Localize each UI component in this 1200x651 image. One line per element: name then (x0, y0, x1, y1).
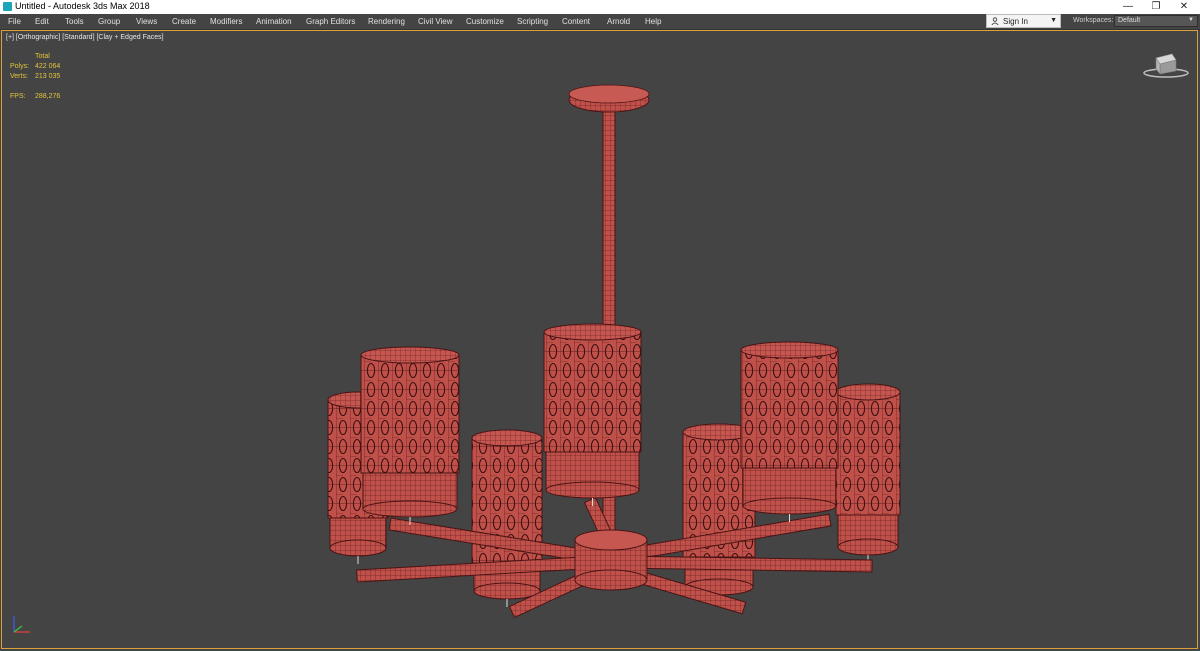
menu-edit[interactable]: Edit (35, 17, 49, 26)
menu-views[interactable]: Views (136, 17, 157, 26)
viewport[interactable]: [+] [Orthographic] [Standard] [Clay + Ed… (1, 30, 1198, 649)
menu-arnold[interactable]: Arnold (607, 17, 630, 26)
menu-group[interactable]: Group (98, 17, 120, 26)
minimize-button[interactable]: — (1114, 0, 1142, 14)
fps-label: FPS: (10, 93, 26, 100)
polys-label: Polys: (10, 63, 30, 70)
menu-graph-editors[interactable]: Graph Editors (306, 17, 355, 26)
menu-scripting[interactable]: Scripting (517, 17, 548, 26)
menu-help[interactable]: Help (645, 17, 661, 26)
stats-header: Total (35, 53, 50, 60)
menu-customize[interactable]: Customize (466, 17, 504, 26)
title-bar: Untitled - Autodesk 3ds Max 2018 — ❐ ✕ (0, 0, 1200, 14)
sign-in-dropdown[interactable]: Sign In ▼ (986, 14, 1061, 28)
viewcube-icon[interactable] (1142, 52, 1190, 80)
window-title: Untitled - Autodesk 3ds Max 2018 (15, 1, 150, 11)
app-icon (3, 2, 12, 11)
menu-animation[interactable]: Animation (256, 17, 292, 26)
workspace-value: Default (1118, 17, 1141, 24)
polys-value: 422 064 (35, 63, 61, 70)
workspace-select[interactable]: Default ▼ (1114, 15, 1198, 27)
user-icon (991, 17, 999, 25)
verts-label: Verts: (10, 73, 28, 80)
close-button[interactable]: ✕ (1170, 0, 1198, 14)
restore-button[interactable]: ❐ (1142, 0, 1170, 14)
axis-gizmo-icon (13, 616, 30, 633)
chevron-down-icon: ▼ (1188, 17, 1194, 23)
menu-create[interactable]: Create (172, 17, 196, 26)
fps-value: 288,276 (35, 93, 61, 100)
menu-content[interactable]: Content (562, 17, 590, 26)
menu-modifiers[interactable]: Modifiers (210, 17, 242, 26)
menu-tools[interactable]: Tools (65, 17, 84, 26)
menu-civil-view[interactable]: Civil View (418, 17, 453, 26)
verts-value: 213 035 (35, 73, 61, 80)
viewport-label[interactable]: [+] [Orthographic] [Standard] [Clay + Ed… (6, 34, 164, 41)
chevron-down-icon: ▼ (1050, 17, 1057, 24)
menu-file[interactable]: File (8, 17, 21, 26)
menu-rendering[interactable]: Rendering (368, 17, 405, 26)
sign-in-label: Sign In (1003, 17, 1028, 26)
workspaces-label: Workspaces: (1073, 17, 1114, 24)
